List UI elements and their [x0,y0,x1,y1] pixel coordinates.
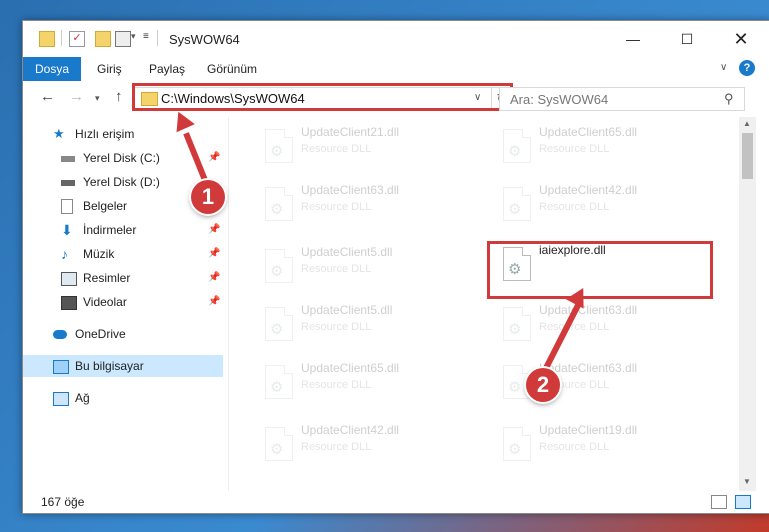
large-icons-view-icon[interactable] [735,495,751,509]
recent-locations-icon[interactable]: ▾ [95,93,100,104]
file-item[interactable]: ⚙ UpdateClient21.dll Resource DLL [249,121,479,171]
file-item[interactable]: ⚙ UpdateClient19.dll Resource DLL [487,419,717,469]
gear-icon: ⚙ [508,201,522,218]
sidebar-item-network[interactable]: Ağ [23,387,223,409]
forward-arrow-icon[interactable]: → [69,88,84,105]
separator [157,30,158,46]
step-badge-2: 2 [526,368,560,402]
scroll-down-icon[interactable]: ▼ [743,477,751,486]
dll-file-icon: ⚙ [265,307,293,341]
file-item[interactable]: ⚙ UpdateClient63.dll Resource DLL [487,299,717,349]
drive-icon [61,180,75,186]
tab-share[interactable]: Paylaş [137,57,197,81]
network-icon [53,392,69,406]
status-bar: 167 öğe [23,491,769,513]
star-icon: ★ [53,126,65,141]
vertical-scrollbar[interactable]: ▲ ▼ [739,117,756,491]
sidebar-item-this-pc[interactable]: Bu bilgisayar [23,355,223,377]
maximize-button[interactable]: ☐ [664,21,710,57]
details-view-icon[interactable] [711,495,727,509]
rename-icon[interactable] [115,31,131,47]
customize-toolbar-icon[interactable]: ≡ [143,31,149,42]
music-icon: ♪ [61,246,68,262]
sidebar-item-onedrive[interactable]: OneDrive [23,323,223,345]
search-box[interactable]: Ara: SysWOW64 ⚲ [499,87,745,111]
dll-file-icon: ⚙ [265,365,293,399]
pin-icon[interactable]: 📌 [208,291,220,313]
step-badge-1: 1 [191,180,225,214]
tab-view[interactable]: Görünüm [195,57,269,81]
sidebar-item-videos[interactable]: Videolar 📌 [23,291,223,313]
pin-icon[interactable]: 📌 [208,267,220,289]
back-arrow-icon[interactable]: ← [40,88,55,105]
gear-icon: ⚙ [508,143,522,160]
file-item[interactable]: ⚙ UpdateClient63.dll Resource DLL [487,357,717,407]
document-icon [61,199,73,214]
file-item[interactable]: ⚙ UpdateClient65.dll Resource DLL [249,357,479,407]
address-highlight-box [132,83,513,111]
search-icon[interactable]: ⚲ [724,91,734,107]
ribbon-tabs: Dosya Giriş Paylaş Görünüm ∨ ? [23,57,769,82]
file-item[interactable]: ⚙ UpdateClient42.dll Resource DLL [249,419,479,469]
gear-icon: ⚙ [270,321,284,338]
file-highlight-box [487,241,713,299]
file-list: ⚙ UpdateClient21.dll Resource DLL ⚙ Upda… [229,117,739,491]
pin-icon[interactable]: 📌 [208,219,220,241]
gear-icon: ⚙ [508,321,522,338]
tab-home[interactable]: Giriş [85,57,134,81]
explorer-window: ✓ ▾ ≡ SysWOW64 — ☐ ✕ Dosya Giriş Paylaş … [22,20,769,514]
gear-icon: ⚙ [508,441,522,458]
dll-file-icon: ⚙ [265,187,293,221]
file-item[interactable]: ⚙ UpdateClient42.dll Resource DLL [487,179,717,229]
sidebar-item-music[interactable]: ♪ Müzik 📌 [23,243,223,265]
scrollbar-thumb[interactable] [742,133,753,179]
cloud-icon [53,330,67,339]
close-button[interactable]: ✕ [718,21,764,57]
gear-icon: ⚙ [270,379,284,396]
gear-icon: ⚙ [270,143,284,160]
pin-icon[interactable]: 📌 [208,243,220,265]
tab-file[interactable]: Dosya [23,57,82,81]
file-item[interactable]: ⚙ UpdateClient5.dll Resource DLL [249,241,479,291]
dll-file-icon: ⚙ [265,129,293,163]
up-arrow-icon[interactable]: ↑ [115,88,123,105]
navigation-pane: ★ Hızlı erişim Yerel Disk (C:) 📌 Yerel D… [23,117,228,491]
search-placeholder: Ara: SysWOW64 [510,92,609,107]
gear-icon: ⚙ [508,379,522,396]
expand-ribbon-icon[interactable]: ∨ [720,62,727,73]
dll-file-icon: ⚙ [503,427,531,461]
gear-icon: ⚙ [270,201,284,218]
drive-icon [61,156,75,162]
file-item[interactable]: ⚙ UpdateClient63.dll Resource DLL [249,179,479,229]
pictures-icon [61,272,77,286]
new-folder-icon[interactable] [95,31,111,47]
file-item[interactable]: ⚙ UpdateClient65.dll Resource DLL [487,121,717,171]
file-item[interactable]: ⚙ UpdateClient5.dll Resource DLL [249,299,479,349]
sidebar-item-downloads[interactable]: ⬇ İndirmeler 📌 [23,219,223,241]
dll-file-icon: ⚙ [265,249,293,283]
minimize-button[interactable]: — [610,21,656,57]
scroll-up-icon[interactable]: ▲ [743,119,751,128]
dll-file-icon: ⚙ [503,307,531,341]
title-bar: ✓ ▾ ≡ SysWOW64 — ☐ ✕ [23,21,769,57]
dll-file-icon: ⚙ [503,187,531,221]
gear-icon: ⚙ [270,263,284,280]
properties-check-icon[interactable]: ✓ [69,31,85,47]
window-title: SysWOW64 [169,32,240,47]
separator [61,30,62,46]
item-count: 167 öğe [41,495,85,509]
computer-icon [53,360,69,374]
chevron-down-icon[interactable]: ▾ [131,31,136,42]
video-icon [61,296,77,310]
help-icon[interactable]: ? [739,60,755,76]
dll-file-icon: ⚙ [503,129,531,163]
folder-icon[interactable] [39,31,55,47]
sidebar-item-pictures[interactable]: Resimler 📌 [23,267,223,289]
dll-file-icon: ⚙ [265,427,293,461]
download-icon: ⬇ [61,222,73,238]
pin-icon[interactable]: 📌 [208,147,220,169]
gear-icon: ⚙ [270,441,284,458]
